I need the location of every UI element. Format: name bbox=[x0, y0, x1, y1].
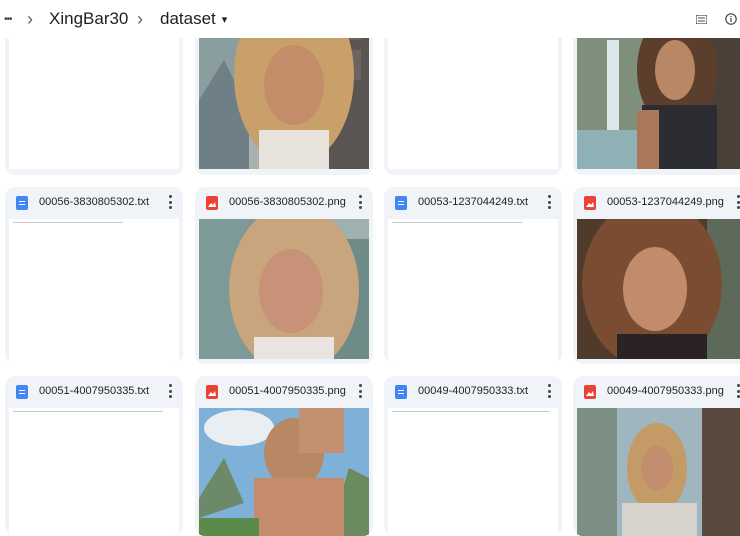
text-file-icon bbox=[395, 385, 407, 399]
image-thumbnail bbox=[577, 408, 740, 536]
image-file-icon bbox=[206, 385, 218, 399]
file-card[interactable]: 00051-4007950335.txt bbox=[5, 376, 183, 536]
info-icon[interactable] bbox=[722, 0, 740, 38]
image-file-icon bbox=[584, 385, 596, 399]
text-preview bbox=[388, 219, 558, 364]
file-card[interactable]: 00053-1237044249.png bbox=[573, 187, 740, 364]
text-line bbox=[13, 222, 123, 223]
card-header: 00053-1237044249.txt bbox=[384, 187, 562, 219]
chevron-glyph: › bbox=[137, 8, 143, 29]
text-preview bbox=[9, 408, 179, 536]
breadcrumb-item[interactable]: XingBar30 bbox=[49, 0, 128, 38]
text-file-icon bbox=[395, 196, 407, 210]
file-name: 00053-1237044249.png bbox=[607, 196, 724, 208]
image-file-icon bbox=[584, 196, 596, 210]
card-header: 00056-3830805302.png bbox=[195, 187, 373, 219]
card-header: 00049-4007950333.txt bbox=[384, 376, 562, 408]
file-name: 00049-4007950333.txt bbox=[418, 385, 529, 397]
more-vert-icon[interactable] bbox=[359, 195, 363, 209]
more-horiz-icon[interactable]: ••• bbox=[4, 0, 12, 38]
image-thumbnail bbox=[199, 219, 369, 359]
text-preview bbox=[9, 219, 179, 364]
image-file-icon bbox=[206, 196, 218, 210]
file-name: 00053-1237044249.txt bbox=[418, 196, 529, 208]
chevron-right-icon: › bbox=[27, 0, 33, 38]
file-grid: 00056-3830805302.txt 00056-3830805302.pn… bbox=[0, 0, 740, 536]
top-bar: ••• › XingBar30 › dataset ▾ bbox=[0, 0, 740, 38]
more-vert-icon[interactable] bbox=[359, 384, 363, 398]
file-card[interactable]: 00049-4007950333.txt bbox=[384, 376, 562, 536]
file-card[interactable]: 00051-4007950335.png bbox=[195, 376, 373, 536]
file-card[interactable]: 00056-3830805302.png bbox=[195, 187, 373, 364]
breadcrumb-current[interactable]: dataset ▾ bbox=[160, 0, 227, 38]
card-header: 00051-4007950335.png bbox=[195, 376, 373, 408]
more-vert-icon[interactable] bbox=[169, 384, 173, 398]
file-name: 00051-4007950335.txt bbox=[39, 385, 150, 397]
card-header: 00053-1237044249.png bbox=[573, 187, 740, 219]
text-line bbox=[392, 411, 550, 412]
text-line bbox=[392, 222, 522, 223]
card-header: 00056-3830805302.txt bbox=[5, 187, 183, 219]
text-preview bbox=[388, 408, 558, 536]
file-name: 00056-3830805302.txt bbox=[39, 196, 150, 208]
breadcrumb-label: dataset bbox=[160, 9, 216, 28]
chevron-glyph: › bbox=[27, 8, 33, 29]
file-card[interactable]: 00053-1237044249.txt bbox=[384, 187, 562, 364]
file-name: 00049-4007950333.png bbox=[607, 385, 724, 397]
chevron-right-icon: › bbox=[137, 0, 143, 38]
text-file-icon bbox=[16, 385, 28, 399]
dropdown-caret-icon: ▾ bbox=[221, 13, 228, 26]
breadcrumb-label: XingBar30 bbox=[49, 9, 129, 28]
card-header: 00049-4007950333.png bbox=[573, 376, 740, 408]
card-header: 00051-4007950335.txt bbox=[5, 376, 183, 408]
more-vert-icon[interactable] bbox=[548, 384, 552, 398]
image-thumbnail bbox=[577, 219, 740, 359]
list-view-icon[interactable] bbox=[692, 0, 710, 38]
text-line bbox=[13, 411, 163, 412]
file-card[interactable]: 00049-4007950333.png bbox=[573, 376, 740, 536]
more-label: ••• bbox=[4, 13, 12, 25]
more-vert-icon[interactable] bbox=[548, 195, 552, 209]
text-file-icon bbox=[16, 196, 28, 210]
file-card[interactable]: 00056-3830805302.txt bbox=[5, 187, 183, 364]
more-vert-icon[interactable] bbox=[169, 195, 173, 209]
file-name: 00051-4007950335.png bbox=[229, 385, 346, 397]
image-thumbnail bbox=[199, 408, 369, 536]
file-name: 00056-3830805302.png bbox=[229, 196, 346, 208]
